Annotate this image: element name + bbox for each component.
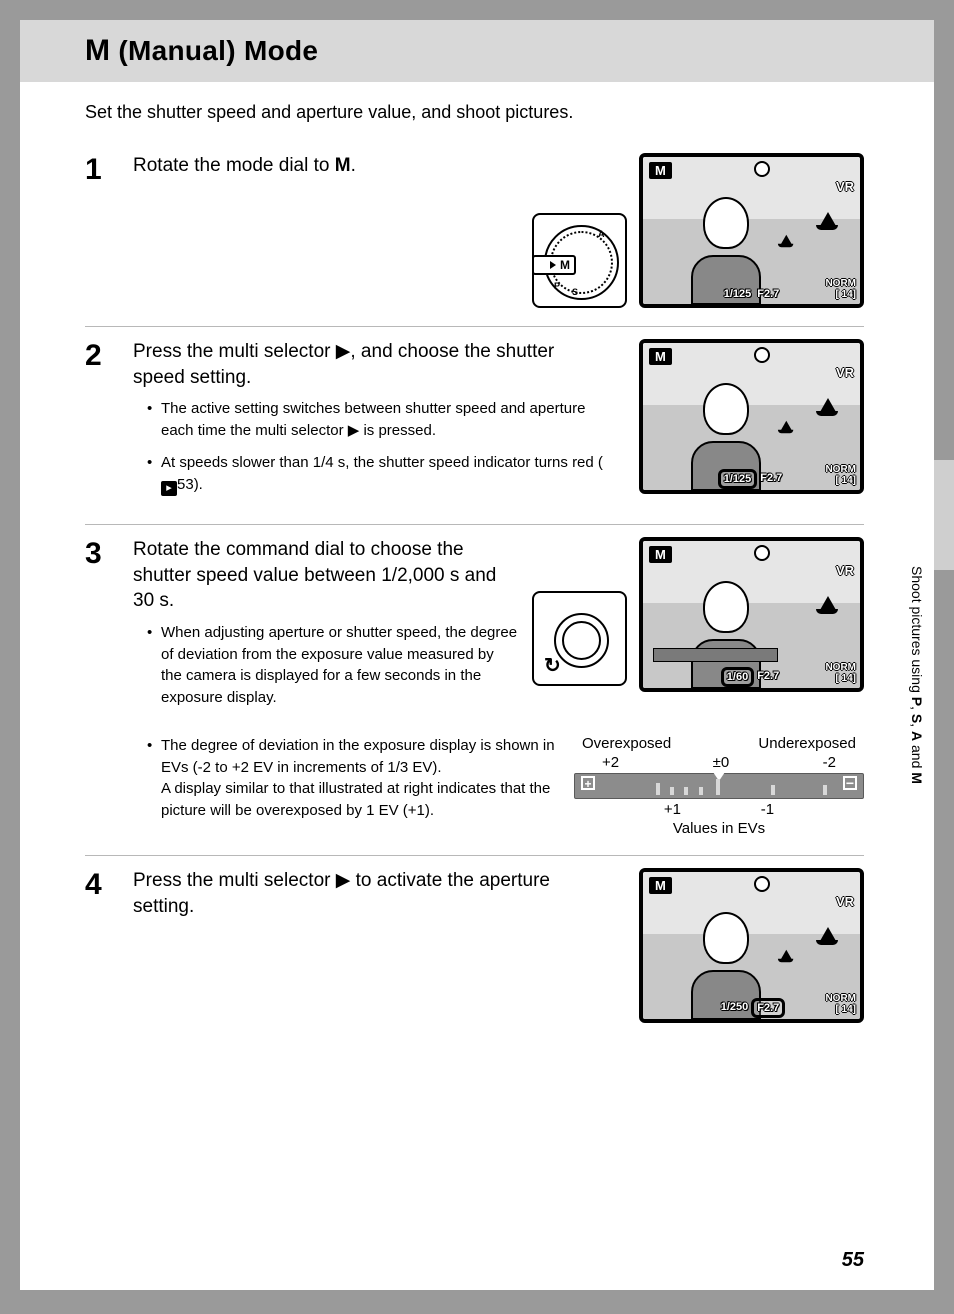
rotate-arrow-icon: ↻: [544, 653, 561, 678]
right-arrow-icon: ▶: [348, 420, 360, 442]
list-item: At speeds slower than 1/4 s, the shutter…: [149, 452, 604, 496]
shutter-value: 1/125: [724, 288, 752, 300]
vr-icon: VR: [836, 179, 854, 194]
step-title: Rotate the mode dial to M.: [133, 153, 514, 179]
aperture-value: F2.7: [757, 288, 779, 300]
step-title: Rotate the command dial to choose the sh…: [133, 537, 518, 614]
step-number: 4: [85, 870, 113, 1023]
list-item: When adjusting aperture or shutter speed…: [149, 622, 518, 709]
aperture-value-highlighted: F2.7: [754, 1001, 782, 1015]
manual-page: M (Manual) Mode Set the shutter speed an…: [20, 20, 934, 1290]
shutter-value-highlighted: 1/125: [721, 472, 755, 486]
minus-icon: −: [843, 776, 857, 790]
section-tab: Shoot pictures using P, S, A and M: [900, 460, 934, 890]
step-title: Press the multi selector ▶, and choose t…: [133, 339, 604, 390]
flash-icon: [754, 347, 770, 363]
lcd-preview-1: M VR 1/125 F2.7 NORM [ 14]: [639, 153, 864, 308]
flash-icon: [754, 545, 770, 561]
step-bullets: The active setting switches between shut…: [133, 398, 604, 496]
step-4: 4 Press the multi selector ▶ to activate…: [85, 856, 864, 1041]
aperture-value: F2.7: [760, 472, 782, 486]
ev-indicator-bar: [653, 648, 778, 662]
overexposed-label: Overexposed: [582, 735, 671, 752]
intro-text: Set the shutter speed and aperture value…: [20, 102, 934, 141]
step-title: Press the multi selector ▶ to activate t…: [133, 868, 604, 919]
step-number: 3: [85, 539, 113, 837]
right-arrow-icon: ▶: [336, 868, 351, 894]
flash-icon: [754, 161, 770, 177]
plus-icon: +: [581, 776, 595, 790]
page-number: 55: [842, 1249, 864, 1272]
lcd-preview-2: M VR 1/125 F2.7 NORM [ 14]: [639, 339, 864, 494]
right-arrow-icon: ▶: [336, 339, 351, 365]
step-bullets: The degree of deviation in the exposure …: [133, 735, 560, 822]
mode-badge: M: [649, 162, 672, 179]
shutter-value-highlighted: 1/60: [724, 670, 751, 684]
step-1: 1 Rotate the mode dial to M. M A S P M: [85, 141, 864, 327]
aperture-value: F2.7: [757, 670, 779, 684]
mode-dial-illustration: M A S P: [532, 213, 627, 308]
step-number: 2: [85, 341, 113, 506]
shutter-value: 1/250: [721, 1001, 749, 1015]
page-ref-icon: ▸: [161, 481, 177, 496]
lcd-preview-4: M VR 1/250 F2.7 NORM [ 14]: [639, 868, 864, 1023]
underexposed-label: Underexposed: [758, 735, 856, 752]
page-title: M (Manual) Mode: [85, 34, 934, 68]
step-2: 2 Press the multi selector ▶, and choose…: [85, 327, 864, 525]
step-3: 3 Rotate the command dial to choose the …: [85, 525, 864, 856]
step-number: 1: [85, 155, 113, 308]
mode-m-icon: M: [335, 155, 351, 176]
ev-caption: Values in EVs: [574, 820, 864, 837]
step-bullets: When adjusting aperture or shutter speed…: [133, 622, 518, 709]
list-item: The degree of deviation in the exposure …: [149, 735, 560, 822]
flash-icon: [754, 876, 770, 892]
lcd-preview-3: M VR 1/60 F2.7 NORM [ 14]: [639, 537, 864, 692]
list-item: The active setting switches between shut…: [149, 398, 604, 442]
command-dial-illustration: ↻: [532, 591, 627, 686]
ev-scale-diagram: Overexposed Underexposed +2 ±0 -2 + −: [574, 735, 864, 837]
page-header: M (Manual) Mode: [20, 20, 934, 82]
mode-letter-icon: M: [85, 34, 110, 67]
